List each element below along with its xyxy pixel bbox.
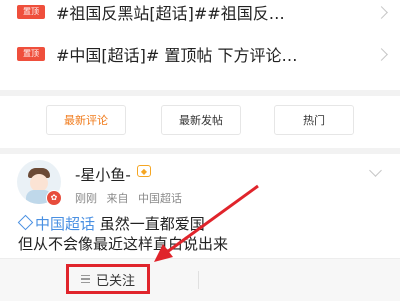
tab-hot[interactable]: 热门 bbox=[274, 105, 354, 135]
post-text-line1: 虽然一直都爱国 bbox=[95, 215, 205, 233]
bar-divider bbox=[198, 271, 199, 289]
bottom-bar: 已关注 bbox=[0, 258, 400, 301]
post-meta: 刚刚 来自 中国超话 bbox=[75, 190, 188, 206]
post-content: 中国超话 虽然一直都爱国 但从不会像最近这样直白说出来 bbox=[17, 214, 380, 254]
post-source-prefix: 来自 bbox=[106, 192, 129, 205]
sort-tabs: 最新评论 最新发帖 热门 bbox=[0, 96, 400, 148]
post-source[interactable]: 中国超话 bbox=[138, 192, 182, 205]
pinned-badge: 置顶 bbox=[17, 47, 45, 61]
menu-icon bbox=[80, 273, 90, 286]
vip-diamond-icon: ◆ bbox=[137, 165, 151, 177]
post-time: 刚刚 bbox=[75, 192, 97, 205]
topic-link[interactable]: 中国超话 bbox=[35, 215, 95, 233]
pinned-badge: 置顶 bbox=[17, 5, 45, 19]
verified-badge-icon: ✿ bbox=[46, 190, 62, 206]
post-username[interactable]: -星小鱼- bbox=[75, 164, 131, 185]
pinned-post-2[interactable]: 置顶 #中国[超话]# 置顶帖 下方评论… bbox=[0, 34, 400, 74]
chevron-right-icon bbox=[375, 47, 388, 61]
pinned-post-title: #祖国反黑站[超话]##祖国反… bbox=[56, 4, 285, 23]
pinned-post-title: #中国[超话]# 置顶帖 下方评论… bbox=[56, 46, 298, 65]
post-card[interactable]: ✿ -星小鱼- ◆ 刚刚 来自 中国超话 中国超话 虽然一直都爱国 但从不会像最… bbox=[0, 154, 400, 264]
tab-latest-posts[interactable]: 最新发帖 bbox=[161, 105, 241, 135]
chevron-right-icon bbox=[375, 5, 388, 19]
tab-latest-comments[interactable]: 最新评论 bbox=[46, 105, 126, 135]
follow-button[interactable]: 已关注 bbox=[66, 264, 150, 294]
topic-gem-icon bbox=[17, 214, 34, 231]
follow-label: 已关注 bbox=[95, 273, 135, 289]
pinned-post-1[interactable]: 置顶 #祖国反黑站[超话]##祖国反… bbox=[0, 0, 400, 32]
chevron-down-icon[interactable] bbox=[369, 164, 382, 177]
post-text-line2: 但从不会像最近这样直白说出来 bbox=[18, 235, 229, 253]
